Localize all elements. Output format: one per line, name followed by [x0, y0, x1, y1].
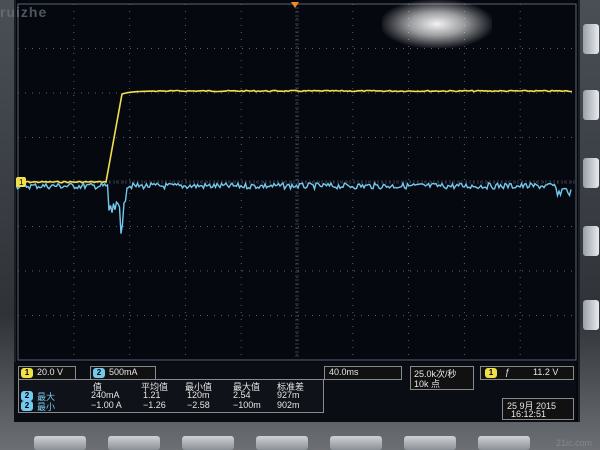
ch1-scale: 20.0 V [37, 367, 64, 377]
meas-row1-mean: 1.21 [143, 390, 161, 400]
time: 16:12:51 [511, 409, 547, 419]
brand-text: ruizhe [0, 4, 48, 20]
meas-row1-min: 120m [187, 390, 210, 400]
bottom-button-3[interactable] [182, 436, 234, 450]
meas-row2-max: −100m [233, 400, 261, 410]
side-button-3[interactable] [583, 158, 599, 188]
status-panel: 1 20.0 V 2 500mA 40.0ms 25.0k次/秒 10k 点 1… [14, 362, 576, 422]
trigger-level: 11.2 V [533, 367, 559, 377]
waveform-display: 1 [16, 2, 577, 361]
timebase-box[interactable]: 40.0ms [324, 366, 402, 380]
ch1-waveform [16, 89, 572, 184]
measurement-table: 值 平均值 最小值 最大值 标准差 2 最大 240mA 1.21 120m 2… [18, 379, 324, 413]
meas-row2-stddev: 902m [277, 400, 300, 410]
acquisition-box[interactable]: 25.0k次/秒 10k 点 [410, 366, 474, 390]
bottom-button-1[interactable] [34, 436, 86, 450]
ch1-badge: 1 [21, 368, 33, 378]
side-button-2[interactable] [583, 90, 599, 120]
bottom-button-5[interactable] [330, 436, 382, 450]
bottom-button-4[interactable] [256, 436, 308, 450]
ch1-ground-marker: 1 [16, 177, 26, 187]
meas-row1-max: 2.54 [233, 390, 251, 400]
oscilloscope-screen: 1 [14, 0, 580, 422]
meas-row1-stddev: 927m [277, 390, 300, 400]
record-length: 10k 点 [414, 379, 441, 389]
timebase: 40.0ms [329, 367, 359, 377]
meas-row2-value: −1.00 A [91, 400, 122, 410]
datetime-box: 25 9月 2015 16:12:51 [502, 398, 574, 420]
trigger-position-marker [291, 2, 299, 8]
ch2-scale-box[interactable]: 2 500mA [90, 366, 156, 380]
meas-row1-value: 240mA [91, 390, 120, 400]
meas-row2-min: −2.58 [187, 400, 210, 410]
bottom-button-6[interactable] [404, 436, 456, 450]
ch1-marker-label: 1 [19, 178, 24, 187]
trigger-slope-icon: ƒ [505, 367, 511, 377]
trigger-source-badge: 1 [485, 368, 497, 378]
ch1-scale-box[interactable]: 1 20.0 V [18, 366, 76, 380]
bottom-button-7[interactable] [478, 436, 530, 450]
ch2-scale: 500mA [109, 367, 138, 377]
meas-row2-channel: 2 [21, 401, 33, 411]
meas-row1-channel: 2 [21, 391, 33, 401]
meas-row2-label: 最小 [37, 402, 56, 412]
side-button-4[interactable] [583, 226, 599, 256]
bottom-button-2[interactable] [108, 436, 160, 450]
trigger-box[interactable]: 1 ƒ 11.2 V [480, 366, 574, 380]
ch2-badge: 2 [93, 368, 105, 378]
watermark: 21ic.com [555, 438, 592, 448]
meas-row2-mean: −1.26 [143, 400, 166, 410]
side-button-1[interactable] [583, 24, 599, 54]
side-button-5[interactable] [583, 300, 599, 330]
